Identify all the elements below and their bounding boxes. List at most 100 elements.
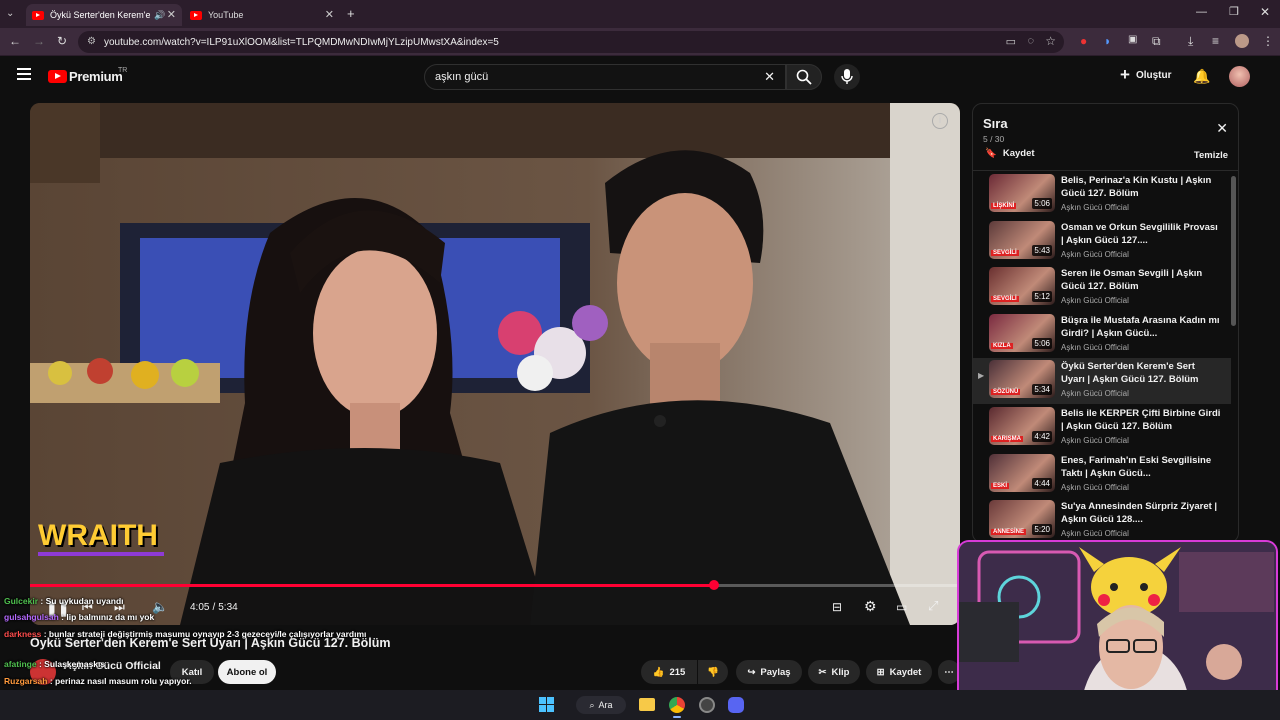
subscribe-button[interactable]: Abone ol — [218, 660, 276, 684]
close-queue-icon[interactable]: ✕ — [1216, 120, 1228, 137]
queue-thumbnail[interactable]: SEVGİLİ 5:43 — [989, 220, 1055, 259]
voice-search-button[interactable] — [834, 64, 860, 90]
clip-button[interactable]: ✂ Klip — [808, 660, 860, 684]
theater-mode-icon[interactable]: ▭ — [896, 600, 907, 614]
search-button[interactable] — [786, 64, 822, 90]
browser-tab-bar: ⌄ Öykü Serter'den Kerem'e Sert Uyarı 🔊 ✕… — [0, 0, 1280, 28]
progress-track[interactable] — [30, 580, 960, 590]
queue-item[interactable]: ANNESİNE 5:20 Su'ya Annesinden Sürpriz Ziy… — [973, 498, 1231, 542]
account-avatar[interactable] — [1229, 66, 1250, 87]
queue-duration: 5:06 — [1032, 337, 1052, 349]
queue-item[interactable]: SEVGİLİ 5:12 Seren ile Osman Sevgili | Aşk… — [973, 265, 1231, 311]
queue-thumbnail[interactable]: KARIŞMA 4:42 — [989, 407, 1055, 445]
back-icon[interactable]: ← — [9, 34, 21, 48]
queue-thumbnail[interactable]: KIZLA 5:06 — [989, 313, 1055, 352]
tab-search-icon[interactable]: ⌄ — [6, 8, 14, 19]
time-display: 4:05 / 5:34 — [190, 602, 238, 613]
like-button[interactable]: 👍 215 — [641, 660, 697, 684]
tab-active[interactable]: Öykü Serter'den Kerem'e Sert Uyarı 🔊 ✕ — [26, 4, 182, 26]
queue-item[interactable]: SEVGİLİ 5:43 Osman ve Orkun Sevgililik Pro… — [973, 219, 1231, 265]
settings-gear-icon[interactable]: ⚙ — [864, 598, 877, 615]
windows-start-icon[interactable] — [539, 697, 554, 712]
subtitles-icon[interactable]: ⊟ — [832, 600, 842, 614]
chat-text: Sulaşkemaskıs — [44, 659, 106, 669]
hamburger-menu-icon[interactable] — [17, 68, 31, 80]
close-tab-icon[interactable]: ✕ — [325, 8, 334, 21]
share-button[interactable]: ↪ Paylaş — [736, 660, 802, 684]
bookmark-star-icon[interactable]: ☆ — [1045, 34, 1056, 48]
chat-message: gulsahgulsah : lip balmınız da mı yok — [4, 612, 154, 622]
time-separator: / — [212, 602, 216, 613]
tab-title: YouTube — [208, 10, 244, 20]
info-icon[interactable]: i — [932, 113, 948, 129]
queue-scrollbar[interactable] — [1231, 176, 1236, 326]
cast-icon[interactable]: ▭ — [1006, 35, 1016, 48]
speaker-icon[interactable]: 🔊 — [154, 10, 165, 21]
extension-icon[interactable]: ● — [1080, 34, 1087, 48]
extension-icon[interactable]: ▣ — [1128, 34, 1137, 45]
chat-username: darkness — [4, 629, 42, 639]
queue-item[interactable]: KIZLA 5:06 Büşra ile Mustafa Arasına Kadın… — [973, 312, 1231, 358]
close-tab-icon[interactable]: ✕ — [167, 8, 176, 21]
queue-save-button[interactable]: 🔖 Kaydet — [985, 148, 1035, 159]
forward-icon[interactable]: → — [33, 34, 45, 48]
create-button[interactable]: + Oluştur — [1120, 66, 1172, 83]
dislike-button[interactable]: 👎 — [698, 660, 728, 684]
reading-list-icon[interactable]: ≡ — [1212, 34, 1219, 48]
queue-divider — [973, 170, 1238, 171]
search-value: aşkın gücü — [435, 71, 489, 83]
chrome-icon[interactable] — [669, 697, 685, 713]
file-explorer-icon[interactable] — [639, 698, 655, 711]
queue-item-channel: Aşkın Gücü Official — [1061, 389, 1129, 399]
queue-item-channel: Aşkın Gücü Official — [1061, 296, 1129, 306]
queue-item-title: Seren ile Osman Sevgili | Aşkın Gücü 127… — [1061, 268, 1203, 293]
queue-duration: 5:06 — [1032, 198, 1052, 209]
queue-panel: Sıra 5 / 30 ✕ 🔖 Kaydet Temizle LİŞKİNİ 5:… — [972, 103, 1239, 543]
progress-scrubber[interactable] — [708, 580, 719, 590]
app-icon[interactable] — [699, 697, 715, 713]
active-app-indicator — [673, 716, 681, 718]
taskbar-search[interactable]: ⌕ Ara — [576, 696, 626, 714]
notifications-bell-icon[interactable]: 🔔 — [1193, 68, 1210, 85]
windows-taskbar: ⌕ Ara — [0, 690, 1280, 720]
extensions-puzzle-icon[interactable]: ⧉ — [1152, 34, 1161, 49]
queue-item-channel: Aşkın Gücü Official — [1061, 342, 1129, 352]
profile-avatar[interactable] — [1235, 34, 1249, 48]
download-icon[interactable]: ⤓ — [1188, 34, 1193, 49]
subscribe-label: Abone ol — [226, 666, 268, 678]
queue-item-title: Belis, Perinaz'a Kin Kustu | Aşkın Gücü … — [1061, 175, 1212, 199]
fullscreen-icon[interactable]: ⤢ — [928, 598, 938, 614]
queue-thumbnail[interactable]: LİŞKİNİ 5:06 — [989, 174, 1055, 212]
video-player[interactable]: i WRAITH ❚❚ ⏮ ⏭ 🔈 4:05 / 5:34 ⊟ ⚙ ▭ ⤢ — [30, 103, 960, 625]
queue-clear-button[interactable]: Temizle — [1194, 150, 1228, 161]
queue-item[interactable]: LİŞKİNİ 5:06 Belis, Perinaz'a Kin Kustu | … — [973, 172, 1231, 218]
site-info-icon[interactable]: ⚙ — [87, 36, 96, 47]
discord-icon[interactable] — [728, 697, 744, 713]
volume-icon[interactable]: 🔈 — [152, 599, 168, 615]
close-window-icon[interactable]: ✕ — [1260, 5, 1270, 19]
queue-thumbnail[interactable]: ANNESİNE 5:20 — [989, 500, 1055, 539]
address-bar[interactable]: ⚙ youtube.com/watch?v=ILP91uXlOOM&list=T… — [78, 31, 1064, 53]
queue-item[interactable]: ▶ SÖZÜNÜ 5:34 Öykü Serter'den Kerem'e Sert … — [973, 358, 1231, 405]
menu-dots-icon[interactable]: ⋮ — [1262, 34, 1274, 48]
chat-username: gulsahgulsah — [4, 612, 59, 622]
youtube-logo-icon[interactable] — [48, 70, 67, 83]
search-input[interactable]: aşkın gücü ✕ — [424, 64, 786, 90]
queue-item[interactable]: KARIŞMA 4:42 Belis ile KERPER Çifti Birbin… — [973, 405, 1231, 451]
clear-search-icon[interactable]: ✕ — [764, 69, 775, 85]
new-tab-icon[interactable]: + — [347, 6, 355, 21]
queue-thumbnail[interactable]: SÖZÜNÜ 5:34 — [989, 360, 1055, 399]
save-button[interactable]: ⊞ Kaydet — [866, 660, 932, 684]
queue-item[interactable]: ESKİ 4:44 Enes, Farimah'ın Eski Sevgilisin… — [973, 452, 1231, 498]
youtube-logo-text[interactable]: Premium — [69, 69, 123, 84]
queue-duration: 5:12 — [1032, 291, 1052, 303]
queue-thumbnail[interactable]: SEVGİLİ 5:12 — [989, 267, 1055, 306]
queue-thumbnail[interactable]: ESKİ 4:44 — [989, 453, 1055, 492]
thumbs-down-icon: 👎 — [707, 666, 719, 678]
eye-off-icon[interactable]: ◌ — [1027, 35, 1034, 47]
restore-icon[interactable]: ❐ — [1229, 5, 1239, 18]
tab-youtube[interactable]: YouTube ✕ — [184, 4, 340, 26]
extension-icon[interactable]: ◗ — [1104, 34, 1111, 48]
minimize-icon[interactable]: — — [1196, 6, 1207, 18]
reload-icon[interactable]: ↻ — [57, 34, 67, 48]
